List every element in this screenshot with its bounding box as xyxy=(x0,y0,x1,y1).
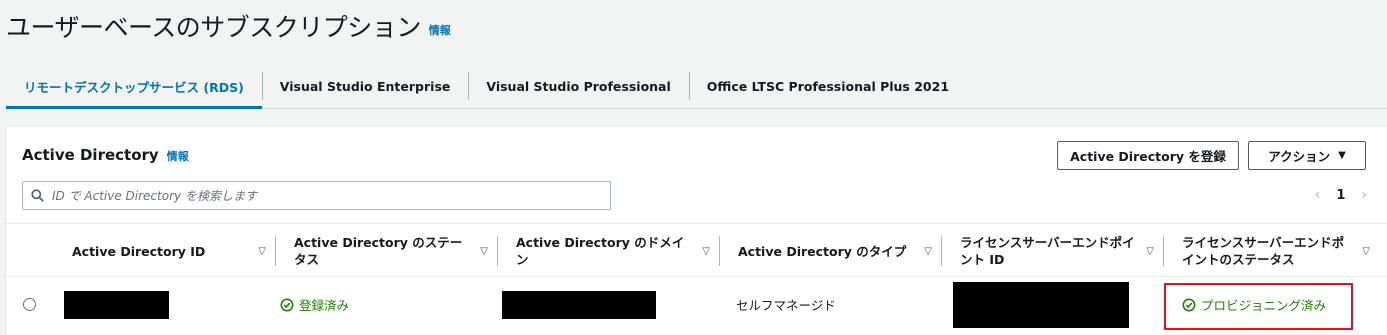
caret-down-icon: ▼ xyxy=(1338,150,1346,161)
pagination-prev-icon[interactable]: ‹ xyxy=(1315,187,1321,203)
column-label-id: Active Directory ID xyxy=(72,243,206,259)
row-select-radio[interactable] xyxy=(23,298,36,311)
search-field[interactable] xyxy=(22,181,611,210)
pagination: ‹ 1 › xyxy=(1315,187,1367,203)
actions-dropdown-button[interactable]: アクション ▼ xyxy=(1248,141,1366,170)
sort-caret-icon[interactable]: ▽ xyxy=(480,243,488,260)
cell-endpoint-id xyxy=(935,277,1157,332)
search-icon xyxy=(31,189,44,202)
column-label-endpoint-id: ライセンスサーバーエンドポイント ID xyxy=(960,235,1135,267)
redacted-domain xyxy=(502,290,656,319)
check-circle-icon xyxy=(280,298,294,311)
column-header-status[interactable]: Active Directory のステータス ▽ xyxy=(276,224,498,278)
pagination-next-icon[interactable]: › xyxy=(1361,187,1367,203)
panel-title: Active Directory xyxy=(22,146,159,164)
cell-domain xyxy=(484,277,706,332)
sort-caret-icon[interactable]: ▽ xyxy=(924,243,932,260)
column-label-status: Active Directory のステータス xyxy=(294,235,463,267)
pagination-page-number[interactable]: 1 xyxy=(1336,188,1345,203)
highlight-annotation-box xyxy=(1164,283,1353,330)
column-label-domain: Active Directory のドメイン xyxy=(516,235,685,267)
cell-type: セルフマネージド xyxy=(718,277,940,332)
page-info-link[interactable]: 情報 xyxy=(429,22,451,38)
status-registered: 登録済み xyxy=(280,295,349,314)
cell-id xyxy=(46,277,268,332)
tab-office-ltsc[interactable]: Office LTSC Professional Plus 2021 xyxy=(688,64,967,108)
active-directory-table: Active Directory ID ▽ Active Directory の… xyxy=(6,223,1387,332)
panel-info-link[interactable]: 情報 xyxy=(167,148,189,164)
register-button-label: Active Directory を登録 xyxy=(1070,149,1226,164)
column-header-endpoint-status[interactable]: ライセンスサーバーエンドポイントのステータス ▽ xyxy=(1164,224,1380,278)
column-label-type: Active Directory のタイプ xyxy=(738,243,907,259)
sort-caret-icon[interactable]: ▽ xyxy=(1362,243,1370,260)
subscription-tabs: リモートデスクトップサービス (RDS) Visual Studio Enter… xyxy=(6,64,1387,109)
panel-title-group: Active Directory 情報 xyxy=(22,146,189,170)
tab-rds[interactable]: リモートデスクトップサービス (RDS) xyxy=(6,64,262,109)
redacted-endpoint-id xyxy=(953,281,1129,328)
search-input[interactable] xyxy=(52,188,610,203)
column-header-type[interactable]: Active Directory のタイプ ▽ xyxy=(720,224,942,278)
sort-caret-icon[interactable]: ▽ xyxy=(258,243,266,260)
tab-visual-studio-enterprise[interactable]: Visual Studio Enterprise xyxy=(261,64,469,108)
status-registered-label: 登録済み xyxy=(299,298,350,313)
table-header: Active Directory ID ▽ Active Directory の… xyxy=(6,223,1387,277)
page-header: ユーザーベースのサブスクリプション 情報 xyxy=(6,4,451,44)
active-directory-panel: Active Directory 情報 Active Directory を登録… xyxy=(6,126,1387,335)
column-header-domain[interactable]: Active Directory のドメイン ▽ xyxy=(498,224,720,278)
sort-caret-icon[interactable]: ▽ xyxy=(702,243,710,260)
column-header-endpoint-id[interactable]: ライセンスサーバーエンドポイント ID ▽ xyxy=(942,224,1164,278)
column-label-endpoint-status: ライセンスサーバーエンドポイントのステータス xyxy=(1182,235,1345,267)
tab-visual-studio-professional[interactable]: Visual Studio Professional xyxy=(468,64,688,108)
type-value: セルフマネージド xyxy=(736,298,836,313)
column-header-id[interactable]: Active Directory ID ▽ xyxy=(54,224,276,278)
table-row: 登録済み セルフマネージド プロビジョニング済み xyxy=(6,277,1387,332)
register-active-directory-button[interactable]: Active Directory を登録 xyxy=(1057,141,1239,170)
cell-status: 登録済み xyxy=(262,277,484,332)
actions-button-label: アクション xyxy=(1268,149,1331,164)
redacted-id xyxy=(64,290,169,319)
page-title: ユーザーベースのサブスクリプション xyxy=(6,13,421,42)
panel-header: Active Directory 情報 Active Directory を登録… xyxy=(6,127,1387,223)
sort-caret-icon[interactable]: ▽ xyxy=(1146,243,1154,260)
